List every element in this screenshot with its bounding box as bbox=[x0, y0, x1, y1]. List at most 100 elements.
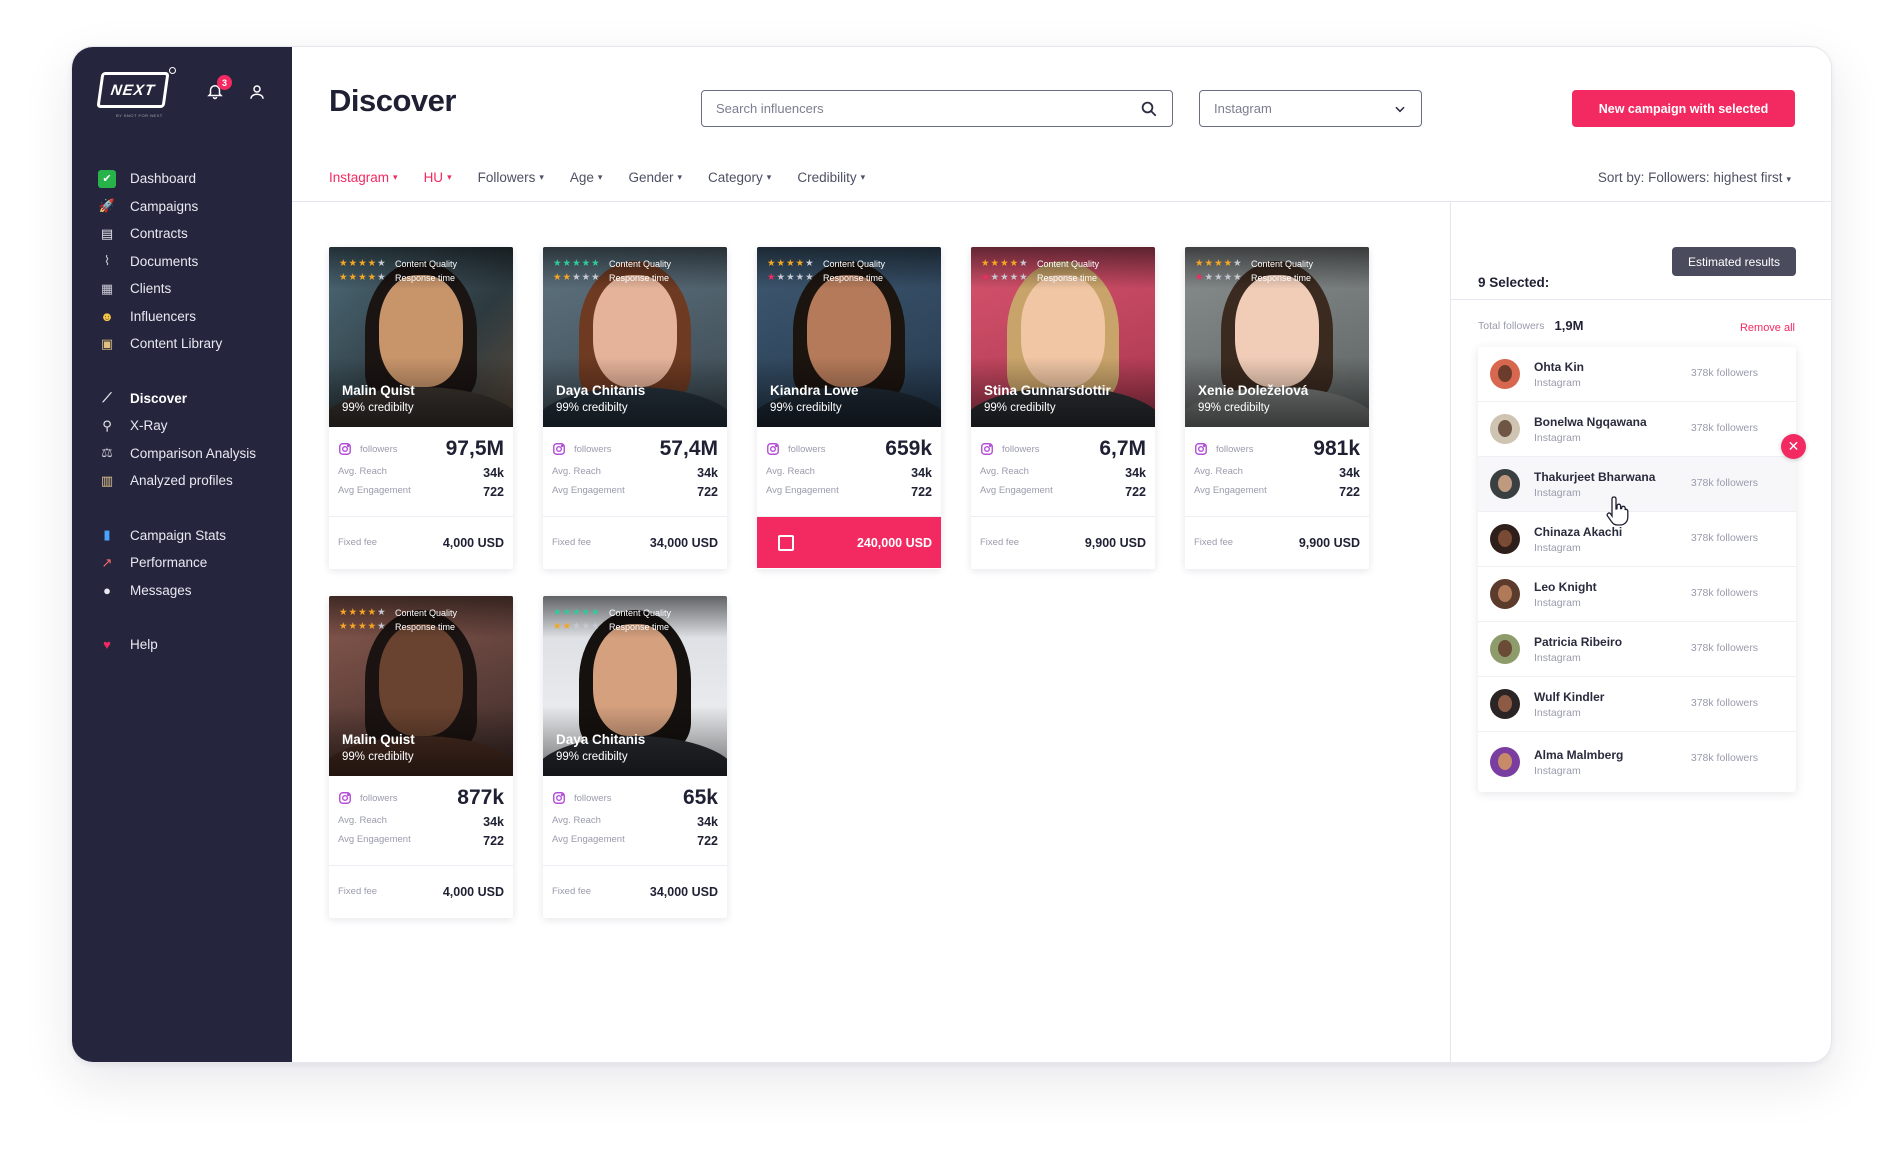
bar-chart-icon: ▮ bbox=[103, 527, 111, 543]
filter-followers[interactable]: Followers ▾ bbox=[478, 170, 544, 185]
influencer-card[interactable]: ★★★★★ Content Quality ★★★★★ Response time Ma… bbox=[329, 596, 513, 918]
influencer-name: Malin Quist bbox=[342, 732, 415, 747]
filter-age[interactable]: Age ▾ bbox=[570, 170, 603, 185]
influencer-card[interactable]: ★★★★★ Content Quality ★★★★★ Response time Xe… bbox=[1185, 247, 1369, 569]
selected-influencer-info: Leo Knight Instagram bbox=[1534, 580, 1597, 609]
filter-label: Instagram bbox=[329, 170, 390, 185]
platform-select[interactable]: Instagram bbox=[1199, 90, 1422, 127]
influencer-photo[interactable]: ★★★★★ Content Quality ★★★★★ Response time Da… bbox=[543, 247, 727, 427]
filter-gender[interactable]: Gender ▾ bbox=[628, 170, 682, 185]
influencer-photo[interactable]: ★★★★★ Content Quality ★★★★★ Response time Xe… bbox=[1185, 247, 1369, 427]
estimated-results-button[interactable]: Estimated results bbox=[1672, 247, 1796, 276]
followers-count: 659k bbox=[885, 437, 932, 460]
app-logo[interactable]: NEXT bbox=[96, 72, 170, 108]
sidebar-item-campaigns[interactable]: 🚀 Campaigns bbox=[98, 193, 288, 221]
influencer-name: Kiandra Lowe bbox=[770, 383, 859, 398]
heart-icon: ♥ bbox=[103, 637, 111, 653]
influencer-photo[interactable]: ★★★★★ Content Quality ★★★★★ Response time Ki… bbox=[757, 247, 941, 427]
rating-block: ★★★★★ Content Quality ★★★★★ Response time bbox=[767, 257, 885, 285]
avatar bbox=[1490, 579, 1520, 609]
filter-hu[interactable]: HU ▾ bbox=[424, 170, 452, 185]
selected-influencer[interactable]: Leo Knight Instagram 378k followers bbox=[1478, 567, 1796, 622]
fixed-fee-row[interactable]: Fixed fee 4,000 USD bbox=[329, 866, 513, 917]
sidebar-item-content-library[interactable]: ▣ Content Library bbox=[98, 330, 288, 358]
new-campaign-button[interactable]: New campaign with selected bbox=[1572, 90, 1795, 127]
influencer-card[interactable]: ★★★★★ Content Quality ★★★★★ Response time Ma… bbox=[329, 247, 513, 569]
influencer-photo[interactable]: ★★★★★ Content Quality ★★★★★ Response time Da… bbox=[543, 596, 727, 776]
influencer-card[interactable]: ★★★★★ Content Quality ★★★★★ Response time Da… bbox=[543, 596, 727, 918]
fixed-fee-row[interactable]: Fixed fee 34,000 USD bbox=[543, 517, 727, 568]
selected-fee-bar[interactable]: 240,000 USD bbox=[757, 517, 941, 568]
followers-caption: followers bbox=[552, 442, 612, 456]
rocket-icon: 🚀 bbox=[98, 198, 116, 214]
followers-label: followers bbox=[574, 443, 612, 455]
sort-dropdown[interactable]: Sort by: Followers: highest first ▾ bbox=[1598, 170, 1791, 185]
filter-credibility[interactable]: Credibility ▾ bbox=[797, 170, 865, 185]
search-input[interactable] bbox=[716, 101, 1140, 116]
content-quality-label: Content Quality bbox=[395, 608, 458, 618]
influencer-photo[interactable]: ★★★★★ Content Quality ★★★★★ Response time Ma… bbox=[329, 596, 513, 776]
followers-row: followers 57,4M bbox=[552, 437, 718, 461]
selected-influencer[interactable]: Alma Malmberg Instagram 378k followers bbox=[1478, 732, 1796, 792]
filter-bar: Instagram ▾ HU ▾ Followers ▾ Age ▾ Gender ▾ Catego… bbox=[329, 170, 891, 185]
nav-gap bbox=[98, 604, 288, 631]
selected-influencer-info: Thakurjeet Bharwana Instagram bbox=[1534, 470, 1655, 499]
response-time-rating: ★★★★★ Response time bbox=[553, 620, 671, 634]
sidebar-item-label: Contracts bbox=[130, 226, 188, 242]
avg-reach-value: 34k bbox=[697, 466, 718, 480]
filter-instagram[interactable]: Instagram ▾ bbox=[329, 170, 398, 185]
sidebar-item-documents[interactable]: ⌇ Documents bbox=[98, 248, 288, 276]
influencer-photo[interactable]: ★★★★★ Content Quality ★★★★★ Response time St… bbox=[971, 247, 1155, 427]
sidebar-item-campaign-stats[interactable]: ▮ Campaign Stats bbox=[98, 522, 288, 550]
selected-influencer-followers: 378k followers bbox=[1690, 532, 1758, 544]
sidebar-item-help[interactable]: ♥ Help bbox=[98, 631, 288, 659]
content-quality-label: Content Quality bbox=[823, 259, 886, 269]
sidebar-item-analyzed-profiles[interactable]: ▥ Analyzed profiles bbox=[98, 467, 288, 495]
sidebar-item-contracts[interactable]: ▤ Contracts bbox=[98, 220, 288, 248]
influencer-photo[interactable]: ★★★★★ Content Quality ★★★★★ Response time Ma… bbox=[329, 247, 513, 427]
response-time-label: Response time bbox=[609, 273, 670, 283]
sidebar-item-clients[interactable]: ▦ Clients bbox=[98, 275, 288, 303]
selected-influencer[interactable]: Thakurjeet Bharwana Instagram 378k followe… bbox=[1478, 457, 1796, 512]
sidebar-item-discover[interactable]: ⟋ Discover bbox=[98, 385, 288, 413]
sidebar-item-x-ray[interactable]: ⚲ X-Ray bbox=[98, 412, 288, 440]
filter-category[interactable]: Category ▾ bbox=[708, 170, 771, 185]
sidebar-item-influencers[interactable]: ☻ Influencers bbox=[98, 303, 288, 331]
fixed-fee-row[interactable]: Fixed fee 4,000 USD bbox=[329, 517, 513, 568]
followers-caption: followers bbox=[980, 442, 1040, 456]
sidebar-item-messages[interactable]: ● Messages bbox=[98, 577, 288, 605]
influencer-card[interactable]: ★★★★★ Content Quality ★★★★★ Response time Da… bbox=[543, 247, 727, 569]
user-icon[interactable] bbox=[248, 83, 266, 101]
content-quality-label: Content Quality bbox=[395, 259, 458, 269]
influencer-card[interactable]: ★★★★★ Content Quality ★★★★★ Response time Ki… bbox=[757, 247, 941, 569]
avatar-head bbox=[1498, 585, 1512, 602]
fixed-fee-row[interactable]: Fixed fee 9,900 USD bbox=[1185, 517, 1369, 568]
response-time-rating: ★★★★★ Response time bbox=[1195, 271, 1313, 285]
followers-caption: followers bbox=[338, 791, 398, 805]
sidebar-item-label: Documents bbox=[130, 253, 199, 269]
sidebar-item-performance[interactable]: ↗ Performance bbox=[98, 549, 288, 577]
search-box[interactable] bbox=[701, 90, 1173, 127]
search-icon[interactable] bbox=[1140, 100, 1158, 118]
selected-influencer[interactable]: Bonelwa Ngqawana Instagram 378k followers bbox=[1478, 402, 1796, 457]
sidebar-item-comparison-analysis[interactable]: ⚖ Comparison Analysis bbox=[98, 440, 288, 468]
selected-influencer[interactable]: Wulf Kindler Instagram 378k followers bbox=[1478, 677, 1796, 732]
fixed-fee-row[interactable]: Fixed fee 9,900 USD bbox=[971, 517, 1155, 568]
clipboard-icon: ▥ bbox=[100, 472, 114, 488]
fixed-fee-value: 34,000 USD bbox=[649, 535, 718, 550]
remove-all-link[interactable]: Remove all bbox=[1740, 322, 1795, 334]
selected-influencer[interactable]: Ohta Kin Instagram 378k followers bbox=[1478, 347, 1796, 402]
sidebar-item-dashboard[interactable]: ✔ Dashboard bbox=[98, 165, 288, 193]
star-icons: ★★★★★ bbox=[553, 272, 601, 283]
select-checkbox[interactable] bbox=[778, 534, 794, 551]
content-quality-rating: ★★★★★ Content Quality bbox=[553, 257, 671, 271]
selected-influencer[interactable]: Chinaza Akachi Instagram 378k followers bbox=[1478, 512, 1796, 567]
followers-label: followers bbox=[360, 443, 398, 455]
remove-selected-button[interactable]: ✕ bbox=[1781, 434, 1806, 459]
avg-engagement-label: Avg Engagement bbox=[338, 485, 411, 496]
selected-influencer-name: Alma Malmberg bbox=[1534, 747, 1624, 762]
fixed-fee-row[interactable]: Fixed fee 34,000 USD bbox=[543, 866, 727, 917]
selected-influencer[interactable]: Patricia Ribeiro Instagram 378k followers bbox=[1478, 622, 1796, 677]
influencer-card[interactable]: ★★★★★ Content Quality ★★★★★ Response time St… bbox=[971, 247, 1155, 569]
selected-influencer-info: Chinaza Akachi Instagram bbox=[1534, 525, 1622, 554]
